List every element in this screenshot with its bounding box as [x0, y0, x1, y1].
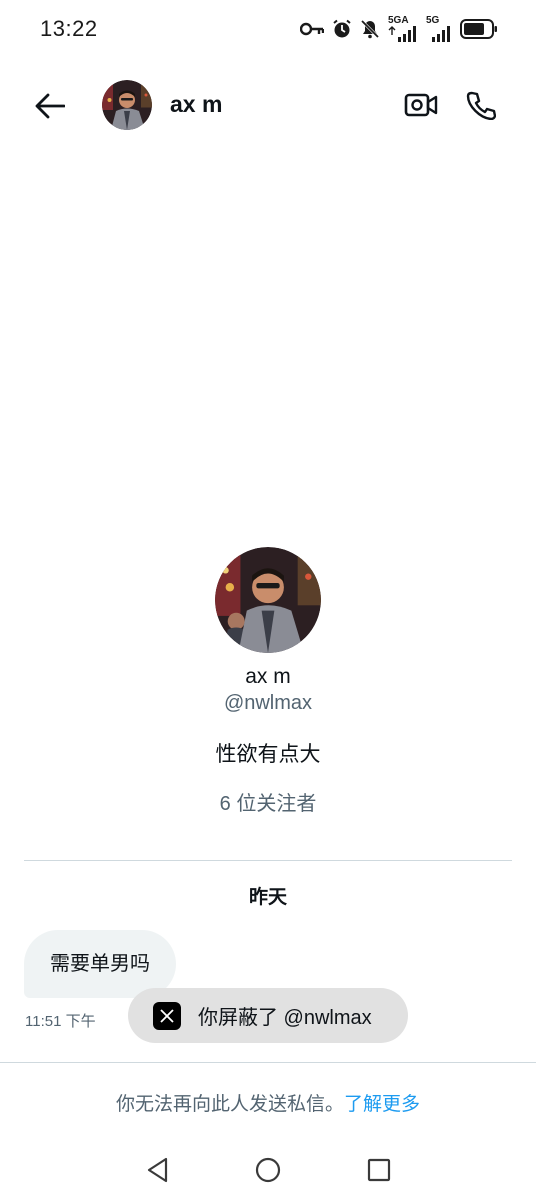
blocked-note-text: 你无法再向此人发送私信。 [115, 1094, 344, 1115]
network-type-label: 5GA [388, 15, 409, 26]
conversation-title[interactable]: ax m [170, 91, 222, 118]
status-icons: 5GA 5G [300, 14, 498, 44]
signal-group-1: 5GA [388, 16, 418, 42]
divider [24, 860, 512, 861]
profile-bio: 性欲有点大 [215, 743, 321, 766]
voice-call-button[interactable] [460, 84, 502, 126]
date-separator: 昨天 [248, 887, 287, 908]
signal-icon [432, 26, 450, 42]
signal-icon [388, 26, 416, 42]
nav-back-icon [147, 1157, 168, 1183]
blocked-toast: 你屏蔽了 @nwlmax [128, 988, 408, 1043]
profile-avatar[interactable] [215, 547, 321, 653]
nav-home-button[interactable] [254, 1156, 282, 1184]
signal-group-2: 5G [426, 16, 452, 42]
divider [0, 1062, 536, 1063]
network-type-label: 5G [426, 15, 440, 26]
phone-icon [466, 91, 496, 120]
back-button[interactable] [30, 86, 70, 126]
arrow-left-icon [35, 93, 65, 119]
learn-more-link[interactable]: 了解更多 [344, 1094, 420, 1115]
alarm-icon [332, 19, 352, 39]
battery-icon [460, 19, 498, 39]
profile-handle: @nwlmax [223, 692, 313, 714]
avatar[interactable] [102, 80, 152, 130]
video-call-icon [404, 93, 438, 117]
profile-name: ax m [245, 665, 291, 688]
x-logo-icon [153, 1001, 181, 1030]
nav-recents-icon [367, 1158, 391, 1182]
message-timestamp: 11:51 下午 [25, 1013, 96, 1030]
status-time: 13:22 [40, 16, 98, 41]
nav-home-icon [255, 1157, 281, 1183]
mute-icon [360, 19, 380, 39]
nav-back-button[interactable] [144, 1156, 172, 1184]
nav-recents-button[interactable] [366, 1157, 392, 1183]
toast-text: 你屏蔽了 @nwlmax [198, 1007, 372, 1029]
blocked-note: 你无法再向此人发送私信。了解更多 [0, 1089, 536, 1116]
video-call-button[interactable] [400, 84, 442, 126]
followers-count[interactable]: 6 位关注者 [0, 787, 536, 816]
vpn-key-icon [300, 22, 324, 36]
